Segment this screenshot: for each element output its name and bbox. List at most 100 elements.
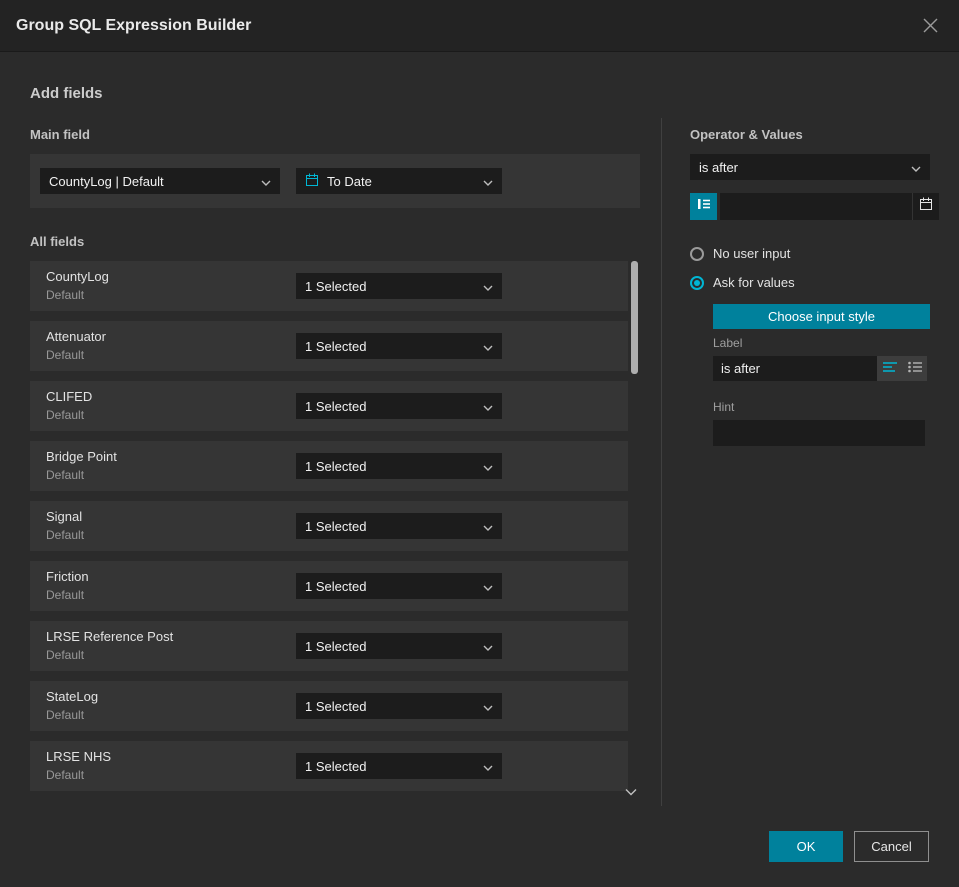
label-label: Label <box>713 336 743 350</box>
field-subtitle: Default <box>46 348 85 362</box>
field-name: StateLog <box>46 689 99 704</box>
field-subtitle: Default <box>46 648 85 662</box>
bullet-list-icon <box>907 360 922 378</box>
relative-date-toggle-button[interactable] <box>690 193 717 220</box>
field-subtitle: Default <box>46 468 85 482</box>
field-count-value: 1 Selected <box>305 278 367 294</box>
field-count-select[interactable]: 1 Selected <box>296 753 502 779</box>
add-fields-heading: Add fields <box>30 85 103 102</box>
list-input-style-button[interactable] <box>902 356 927 381</box>
operator-select-value: is after <box>699 159 739 175</box>
field-row: Signal Default 1 Selected <box>30 501 628 551</box>
chevron-down-icon <box>261 174 271 189</box>
field-name: Friction <box>46 569 89 584</box>
field-row: LRSE Reference Post Default 1 Selected <box>30 621 628 671</box>
operator-select[interactable]: is after <box>690 154 930 180</box>
field-row: CountyLog Default 1 Selected <box>30 261 628 311</box>
all-fields-label: All fields <box>30 234 85 249</box>
chevron-down-icon <box>483 579 493 594</box>
field-count-value: 1 Selected <box>305 758 367 774</box>
group-sql-expression-builder-dialog: Group SQL Expression Builder Add fields … <box>0 0 959 887</box>
field-count-select[interactable]: 1 Selected <box>296 453 502 479</box>
field-count-select[interactable]: 1 Selected <box>296 693 502 719</box>
hint-input[interactable] <box>713 420 925 446</box>
field-row: StateLog Default 1 Selected <box>30 681 628 731</box>
date-field-select[interactable]: To Date <box>296 168 502 194</box>
chevron-down-icon <box>483 339 493 354</box>
chevron-down-icon <box>483 459 493 474</box>
chevron-down-icon <box>483 399 493 414</box>
field-subtitle: Default <box>46 708 85 722</box>
scroll-down-chevron-icon[interactable] <box>625 783 637 801</box>
label-input-row <box>713 356 927 381</box>
radio-no-user-input[interactable]: No user input <box>690 246 790 261</box>
chevron-down-icon <box>483 699 493 714</box>
field-subtitle: Default <box>46 528 85 542</box>
operator-values-heading: Operator & Values <box>690 127 803 142</box>
close-icon[interactable] <box>918 13 943 38</box>
align-left-icon <box>882 360 897 378</box>
field-count-select[interactable]: 1 Selected <box>296 513 502 539</box>
radio-selected-icon <box>690 275 704 290</box>
chevron-down-icon <box>483 174 493 189</box>
main-field-select-value: CountyLog | Default <box>49 173 164 189</box>
main-field-select[interactable]: CountyLog | Default <box>40 168 280 194</box>
calendar-icon <box>305 173 319 190</box>
radio-ask-for-values-label: Ask for values <box>713 275 795 290</box>
choose-input-style-button[interactable]: Choose input style <box>713 304 930 329</box>
field-count-select[interactable]: 1 Selected <box>296 333 502 359</box>
field-count-select[interactable]: 1 Selected <box>296 393 502 419</box>
field-row: Friction Default 1 Selected <box>30 561 628 611</box>
chevron-down-icon <box>483 639 493 654</box>
field-subtitle: Default <box>46 588 85 602</box>
chevron-down-icon <box>911 160 921 175</box>
dialog-title: Group SQL Expression Builder <box>16 16 252 34</box>
field-row: Attenuator Default 1 Selected <box>30 321 628 371</box>
hint-label: Hint <box>713 400 735 414</box>
field-row: CLIFED Default 1 Selected <box>30 381 628 431</box>
date-value-input[interactable] <box>720 193 912 220</box>
field-count-value: 1 Selected <box>305 578 367 594</box>
field-subtitle: Default <box>46 408 85 422</box>
field-count-value: 1 Selected <box>305 398 367 414</box>
field-name: Attenuator <box>46 329 106 344</box>
field-count-value: 1 Selected <box>305 698 367 714</box>
main-field-panel: CountyLog | Default To Date <box>30 154 640 208</box>
field-name: LRSE NHS <box>46 749 112 764</box>
radio-unselected-icon <box>690 246 704 261</box>
field-count-value: 1 Selected <box>305 338 367 354</box>
label-input[interactable] <box>713 356 877 381</box>
field-name: CountyLog <box>46 269 109 284</box>
dialog-footer: OK Cancel <box>769 831 929 862</box>
ok-button[interactable]: OK <box>769 831 843 862</box>
field-name: Signal <box>46 509 83 524</box>
main-field-label: Main field <box>30 127 90 142</box>
single-line-input-style-button[interactable] <box>877 356 902 381</box>
field-row: Bridge Point Default 1 Selected <box>30 441 628 491</box>
vertical-divider <box>661 118 662 806</box>
chevron-down-icon <box>483 279 493 294</box>
scrollbar-thumb[interactable] <box>631 261 638 374</box>
calendar-icon <box>919 197 933 216</box>
calendar-picker-button[interactable] <box>912 193 939 220</box>
date-value-row <box>690 193 939 220</box>
field-name: CLIFED <box>46 389 93 404</box>
field-name: Bridge Point <box>46 449 117 464</box>
cancel-button[interactable]: Cancel <box>854 831 929 862</box>
radio-no-user-input-label: No user input <box>713 246 791 261</box>
field-subtitle: Default <box>46 768 85 782</box>
field-count-value: 1 Selected <box>305 458 367 474</box>
fields-scrollbar[interactable] <box>631 261 638 776</box>
radio-ask-for-values[interactable]: Ask for values <box>690 275 795 290</box>
field-count-select[interactable]: 1 Selected <box>296 273 502 299</box>
dialog-header: Group SQL Expression Builder <box>0 0 959 52</box>
field-count-select[interactable]: 1 Selected <box>296 633 502 659</box>
field-count-value: 1 Selected <box>305 638 367 654</box>
field-subtitle: Default <box>46 288 85 302</box>
chevron-down-icon <box>483 759 493 774</box>
field-count-value: 1 Selected <box>305 518 367 534</box>
date-field-select-value: To Date <box>327 173 372 189</box>
all-fields-list: CountyLog Default 1 Selected Attenuator … <box>30 261 628 801</box>
field-count-select[interactable]: 1 Selected <box>296 573 502 599</box>
field-row: LRSE NHS Default 1 Selected <box>30 741 628 791</box>
